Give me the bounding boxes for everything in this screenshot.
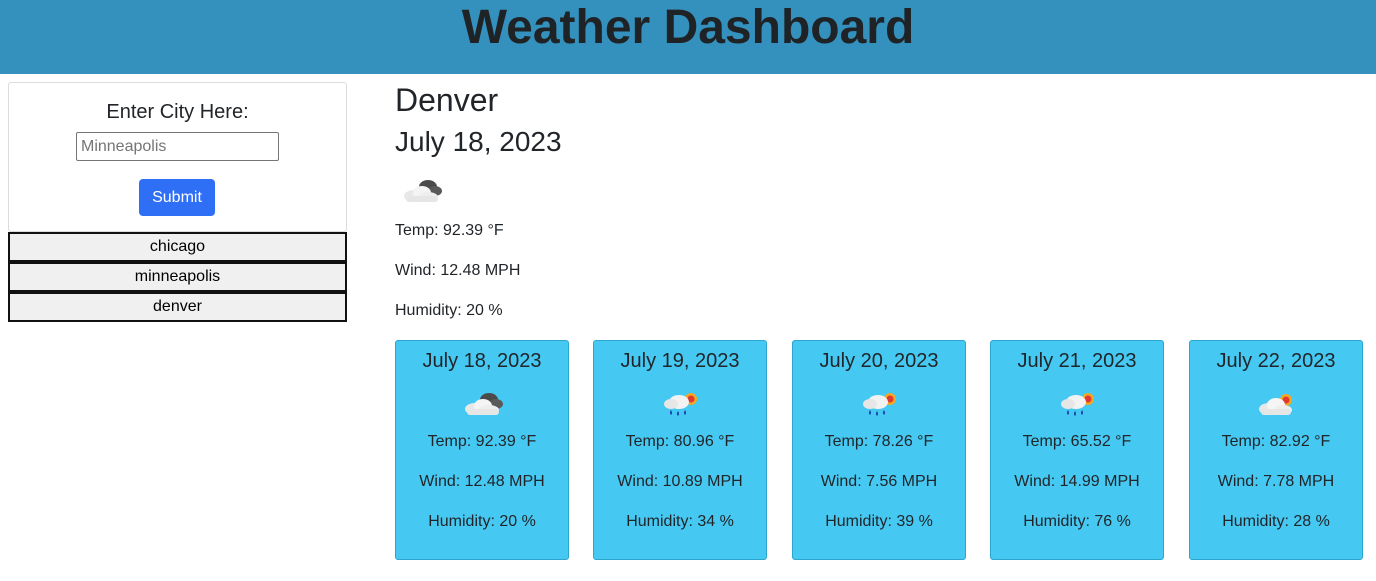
rain-sun-icon: [863, 393, 896, 416]
forecast-wind: Wind: 12.48 MPH: [419, 473, 545, 490]
page-title: Weather Dashboard: [461, 1, 915, 54]
header-banner: Weather Dashboard: [0, 0, 1376, 74]
forecast-card: July 22, 2023 Temp: 82.92 °F Wind: 7.78 …: [1189, 340, 1363, 560]
history-button-chicago[interactable]: chicago: [8, 232, 347, 262]
history-button-minneapolis[interactable]: minneapolis: [8, 262, 347, 292]
rain-sun-icon: [1061, 393, 1094, 416]
city-input[interactable]: [76, 132, 279, 161]
forecast-wind: Wind: 10.89 MPH: [617, 473, 743, 490]
forecast-wind: Wind: 7.78 MPH: [1217, 473, 1335, 490]
forecast-humidity: Humidity: 28 %: [1222, 513, 1330, 530]
forecast-humidity: Humidity: 20 %: [428, 513, 536, 530]
cloudy-icon: [404, 180, 442, 202]
forecast-temp: Temp: 80.96 °F: [625, 433, 735, 450]
forecast-temp: Temp: 82.92 °F: [1221, 433, 1331, 450]
current-date: July 18, 2023: [395, 126, 562, 157]
forecast-date: July 19, 2023: [620, 350, 740, 372]
forecast-card: July 20, 2023 Temp: 78.26 °F Wind: 7.56 …: [792, 340, 966, 560]
search-panel: Enter City Here: Submit: [8, 82, 347, 232]
forecast-wind: Wind: 7.56 MPH: [820, 473, 938, 490]
cloudy-icon: [465, 393, 503, 415]
forecast-date: July 22, 2023: [1216, 350, 1336, 372]
forecast-humidity: Humidity: 76 %: [1023, 513, 1131, 530]
forecast-card: July 21, 2023 Temp: 65.52 °F Wind: 14.99…: [990, 340, 1164, 560]
search-label: Enter City Here:: [106, 101, 249, 123]
submit-button[interactable]: Submit: [139, 179, 215, 216]
current-humidity: Humidity: 20 %: [395, 302, 503, 319]
search-history: chicago minneapolis denver: [8, 232, 347, 322]
current-temp: Temp: 92.39 °F: [395, 222, 504, 239]
history-button-denver[interactable]: denver: [8, 292, 347, 322]
forecast-wind: Wind: 14.99 MPH: [1014, 473, 1140, 490]
forecast-card: July 19, 2023 Temp: 80.96 °F Wind: 10.89…: [593, 340, 767, 560]
rain-sun-icon: [664, 393, 697, 416]
city-name: Denver: [395, 82, 499, 118]
forecast-temp: Temp: 65.52 °F: [1022, 433, 1132, 450]
partly-sunny-icon: [1259, 394, 1292, 415]
forecast-temp: Temp: 78.26 °F: [824, 433, 934, 450]
forecast-date: July 20, 2023: [819, 350, 939, 372]
forecast-temp: Temp: 92.39 °F: [427, 433, 537, 450]
forecast-date: July 21, 2023: [1017, 350, 1137, 372]
forecast-card: July 18, 2023 Temp: 92.39 °F Wind: 12.48…: [395, 340, 569, 560]
forecast-humidity: Humidity: 34 %: [626, 513, 734, 530]
current-wind: Wind: 12.48 MPH: [395, 262, 521, 279]
forecast-humidity: Humidity: 39 %: [825, 513, 933, 530]
forecast-date: July 18, 2023: [422, 350, 542, 372]
